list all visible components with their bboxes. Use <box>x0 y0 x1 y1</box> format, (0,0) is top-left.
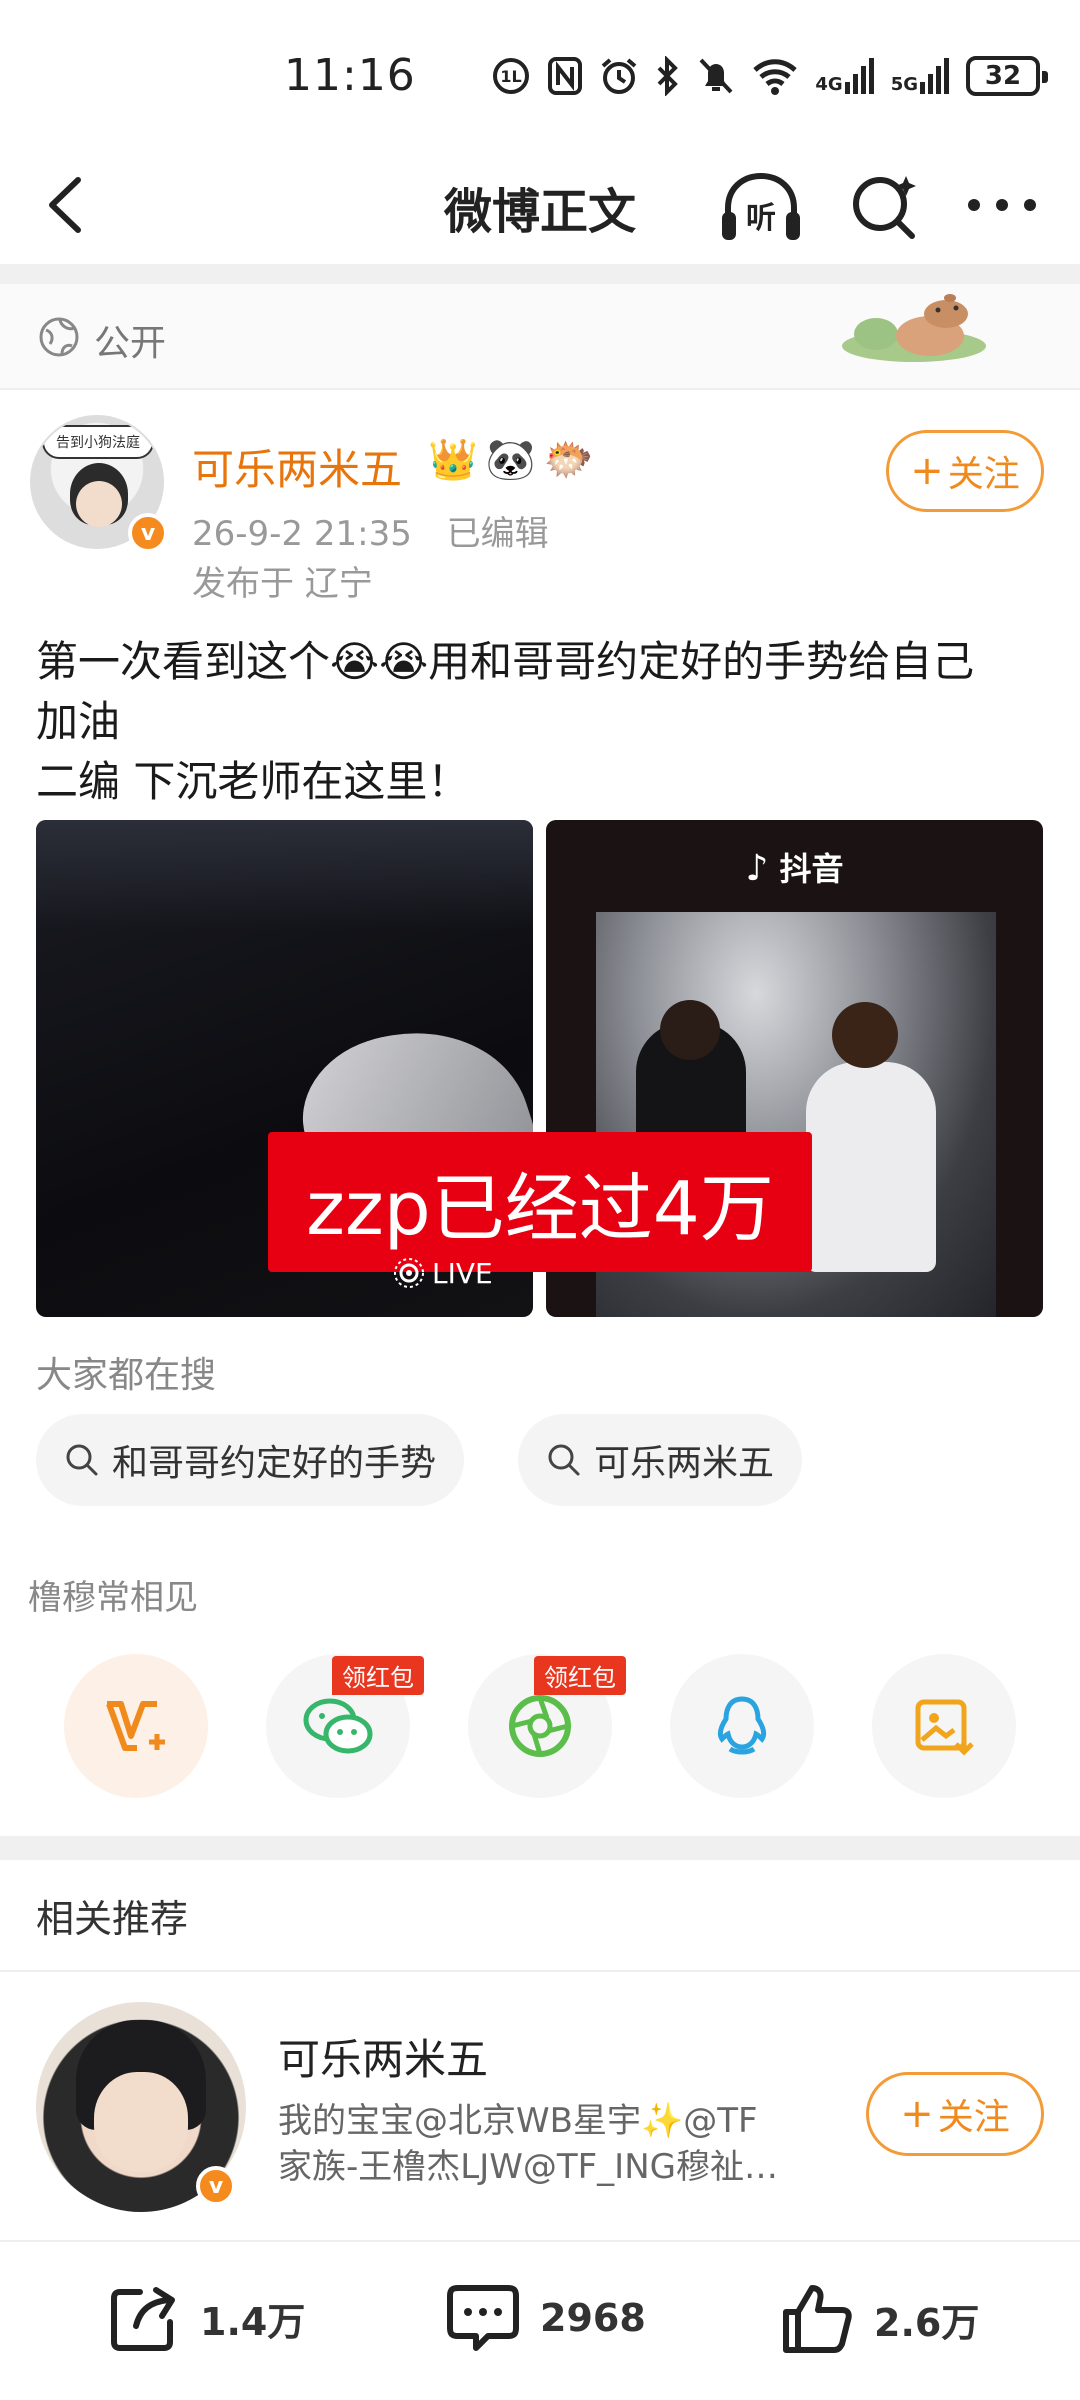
share-save-image-button[interactable] <box>872 1654 1016 1798</box>
recommend-title: 相关推荐 <box>36 1897 189 1941</box>
search-chip-label: 可乐两米五 <box>594 1443 775 1484</box>
search-chip[interactable]: 可乐两米五 <box>518 1414 803 1506</box>
post-body: 第一次看到这个😭😭用和哥哥约定好的手势给自己 加油 二编 下沉老师在这里！ <box>36 632 1046 812</box>
status-icons: 1L 4G 5G 32 <box>491 56 1048 96</box>
wifi-icon <box>753 59 798 95</box>
status-bar: 11:16 1L 4G 5G 32 <box>0 0 1080 150</box>
figure-right-head <box>832 1002 898 1068</box>
recommend-description: 我的宝宝@北京WB星宇✨@TF 家族-王橹杰LJW@TF_ING穆祉… <box>278 2098 818 2190</box>
listen-label: 听 <box>746 201 776 236</box>
live-label: LIVE <box>432 1256 493 1290</box>
network-5g-label: 5G <box>890 74 918 95</box>
fish-badge-icon: 🐡 <box>543 437 594 483</box>
figure-right <box>806 1062 936 1272</box>
signal-bars-icon <box>920 58 949 94</box>
wechat-icon <box>303 1698 373 1754</box>
repost-count: 1.4万 <box>200 2299 306 2344</box>
author-avatar[interactable]: 告到小狗法庭 v <box>30 415 168 553</box>
crown-badge-icon: 👑 <box>428 437 478 483</box>
signal-5g: 5G <box>891 58 950 94</box>
mute-bell-icon <box>699 58 733 94</box>
post-location: 发布于 辽宁 <box>192 564 373 604</box>
live-badge: LIVE <box>392 1256 493 1290</box>
verified-badge-icon: v <box>196 2166 236 2206</box>
comment-icon <box>447 2285 519 2351</box>
battery-indicator: 32 <box>966 56 1048 96</box>
svg-text:1L: 1L <box>501 67 522 86</box>
plus-icon: + <box>900 2091 934 2137</box>
network-4g-label: 4G <box>815 74 843 95</box>
status-time: 11:16 <box>284 50 416 101</box>
search-icon[interactable] <box>848 168 922 246</box>
listen-headphones-icon[interactable]: 听 <box>718 168 804 248</box>
figure-left-head <box>660 1000 720 1060</box>
red-packet-tag: 领红包 <box>534 1656 626 1695</box>
top-nav-bar: 微博正文 听 <box>0 150 1080 260</box>
visibility-row: 公开 <box>0 284 1080 390</box>
search-icon <box>66 1444 98 1476</box>
live-icon <box>394 1258 424 1288</box>
like-button[interactable]: 2.6万 <box>778 2280 979 2358</box>
follow-label: 关注 <box>937 2097 1010 2138</box>
comment-count: 2968 <box>540 2296 646 2340</box>
repost-icon <box>111 2287 175 2351</box>
panda-badge-icon: 🐼 <box>485 437 536 483</box>
author-badges: 👑 🐼 🐡 <box>428 436 593 483</box>
capybara-sticker <box>842 294 986 362</box>
divider-bar <box>0 1836 1080 1860</box>
share-qq-button[interactable] <box>670 1654 814 1798</box>
red-packet-tag: 领红包 <box>332 1656 424 1695</box>
like-count: 2.6万 <box>874 2300 980 2345</box>
share-section-title: 橹穆常相见 <box>28 1578 198 1618</box>
nfc-icon <box>548 57 583 95</box>
divider-bar <box>0 264 1080 284</box>
vplus-icon <box>106 1701 165 1751</box>
qq-penguin-icon <box>717 1696 767 1755</box>
avatar-face <box>76 481 122 527</box>
divider <box>0 1970 1080 1972</box>
globe-icon <box>39 317 79 357</box>
post-time: 26-9-2 21:35 <box>192 514 412 554</box>
recommend-follow-button[interactable]: + 关注 <box>866 2072 1044 2156</box>
moments-aperture-icon <box>509 1695 571 1757</box>
share-vplus-button[interactable] <box>64 1654 208 1798</box>
post-meta: 26-9-2 21:35 已编辑 <box>192 506 549 555</box>
recommend-desc-line: 我的宝宝@北京WB星宇✨@TF <box>278 2101 758 2141</box>
bottom-action-bar: 1.4万 2968 2.6万 <box>0 2240 1080 2400</box>
post-text-line: 加油 <box>36 697 121 746</box>
visibility-label: 公开 <box>94 323 167 364</box>
avatar-caption: 告到小狗法庭 <box>42 425 154 459</box>
verified-badge-icon: v <box>128 513 168 553</box>
post-text-line: 第一次看到这个😭😭用和哥哥约定好的手势给自己 <box>36 637 975 686</box>
follow-button[interactable]: + 关注 <box>886 430 1044 512</box>
overlay-banner: zzp已经过4万 <box>268 1132 812 1272</box>
recommend-name[interactable]: 可乐两米五 <box>278 2026 488 2087</box>
bluetooth-icon <box>657 56 679 96</box>
photo-shade <box>36 820 533 930</box>
search-chip[interactable]: 和哥哥约定好的手势 <box>36 1414 465 1506</box>
nfc-alt-icon: 1L <box>493 58 530 94</box>
recommend-desc-line: 家族-王橹杰LJW@TF_ING穆祉… <box>278 2147 778 2187</box>
follow-label: 关注 <box>947 454 1020 495</box>
more-options-icon[interactable] <box>962 190 1042 220</box>
signal-4g: 4G <box>815 58 874 94</box>
signal-bars-icon <box>844 58 874 94</box>
save-image-icon <box>915 1699 974 1756</box>
repost-button[interactable]: 1.4万 <box>106 2280 305 2356</box>
edited-label[interactable]: 已编辑 <box>447 514 549 554</box>
post-text-line: 二编 下沉老师在这里！ <box>36 757 470 806</box>
douyin-label: 抖音 <box>779 850 844 888</box>
avatar-face <box>94 2072 188 2172</box>
plus-icon: + <box>910 448 944 494</box>
like-thumbs-up-icon <box>783 2285 852 2353</box>
author-name[interactable]: 可乐两米五 <box>192 436 402 497</box>
search-chip-label: 和哥哥约定好的手势 <box>112 1443 437 1484</box>
comment-button[interactable]: 2968 <box>444 2280 646 2356</box>
douyin-watermark: ♪ 抖音 <box>546 844 1043 890</box>
searching-title: 大家都在搜 <box>36 1355 217 1396</box>
douyin-logo-icon: ♪ <box>745 848 769 889</box>
search-icon <box>548 1444 580 1476</box>
alarm-icon <box>602 58 637 94</box>
